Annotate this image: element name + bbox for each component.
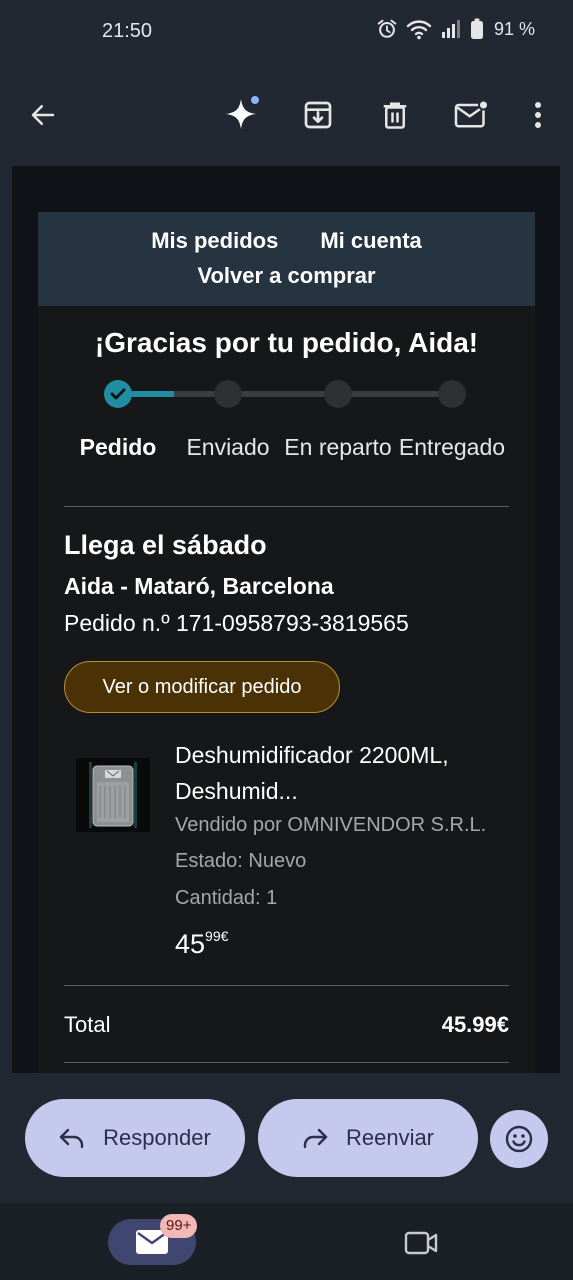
- total-value: 45.99€: [441, 1012, 509, 1037]
- email-toolbar: [0, 64, 573, 166]
- step-label-ordered: Pedido: [79, 434, 157, 460]
- step-label-shipped: Enviado: [186, 434, 270, 460]
- order-card: Mis pedidos Mi cuenta Volver a comprar ¡…: [38, 212, 535, 1073]
- divider: [64, 1062, 509, 1063]
- product-price: 4599€: [175, 928, 228, 960]
- unread-badge: 99+: [160, 1214, 198, 1238]
- delivery-address: Aida - Mataró, Barcelona: [64, 573, 334, 599]
- product-seller: Vendido por OMNIVENDOR S.R.L.: [175, 814, 487, 836]
- divider: [64, 506, 509, 507]
- step-label-out-for-delivery: En reparto: [284, 434, 392, 460]
- bottom-navigation: 99+: [0, 1203, 573, 1280]
- forward-icon: [303, 1128, 328, 1149]
- video-icon: [404, 1231, 438, 1255]
- view-modify-order-button[interactable]: Ver o modificar pedido: [64, 661, 340, 713]
- gemini-sparkle-icon[interactable]: [219, 92, 265, 138]
- divider: [64, 985, 509, 986]
- status-bar: 21:50 91 %: [0, 0, 573, 64]
- meet-tab[interactable]: [398, 1223, 444, 1263]
- dehumidifier-image: [89, 762, 137, 828]
- forward-button[interactable]: Reenviar: [258, 1099, 478, 1177]
- product-title[interactable]: Deshumidificador 2200ML, Deshumid...: [175, 737, 515, 809]
- back-arrow-icon[interactable]: [20, 92, 66, 138]
- reply-button[interactable]: Responder: [25, 1099, 245, 1177]
- reply-actions: Responder Reenviar: [0, 1073, 573, 1203]
- mark-unread-icon[interactable]: [448, 92, 494, 138]
- arrival-heading: Llega el sábado: [64, 530, 267, 560]
- emoji-reaction-button[interactable]: [490, 1110, 548, 1168]
- step-label-delivered: Entregado: [398, 434, 506, 460]
- reply-label: Responder: [103, 1125, 211, 1150]
- battery-icon: [470, 18, 484, 40]
- price-decimal: 99€: [205, 928, 229, 944]
- emoji-icon: [505, 1125, 533, 1153]
- reply-icon: [59, 1128, 84, 1149]
- battery-percent: 91 %: [493, 18, 535, 39]
- step-dot-ordered: [104, 380, 132, 408]
- product-image[interactable]: [76, 758, 150, 832]
- status-time: 21:50: [102, 20, 153, 42]
- total-label: Total: [64, 1012, 111, 1037]
- my-orders-link[interactable]: Mis pedidos: [151, 228, 278, 254]
- step-dot-shipped: [214, 380, 242, 408]
- my-account-link[interactable]: Mi cuenta: [320, 228, 421, 254]
- email-body: Mis pedidos Mi cuenta Volver a comprar ¡…: [12, 166, 560, 1073]
- more-vert-icon[interactable]: [515, 92, 561, 138]
- email-nav-bar: Mis pedidos Mi cuenta Volver a comprar: [38, 212, 535, 306]
- order-tracker: Pedido Enviado En reparto Entregado: [38, 378, 535, 498]
- status-icons: 91 %: [376, 18, 535, 40]
- step-dot-delivered: [438, 380, 466, 408]
- thanks-heading: ¡Gracias por tu pedido, Aida!: [94, 327, 479, 358]
- wifi-icon: [406, 18, 432, 40]
- signal-icon: [440, 18, 462, 40]
- order-number: Pedido n.º 171-0958793-3819565: [64, 610, 409, 636]
- archive-icon[interactable]: [295, 92, 341, 138]
- delete-icon[interactable]: [372, 92, 418, 138]
- product-quantity: Cantidad: 1: [175, 887, 278, 909]
- forward-label: Reenviar: [345, 1125, 435, 1150]
- product-condition: Estado: Nuevo: [175, 850, 307, 872]
- check-icon: [110, 388, 126, 400]
- buy-again-link[interactable]: Volver a comprar: [197, 263, 375, 288]
- alarm-icon: [376, 18, 398, 40]
- step-dot-out-for-delivery: [324, 380, 352, 408]
- price-integer: 45: [175, 929, 206, 959]
